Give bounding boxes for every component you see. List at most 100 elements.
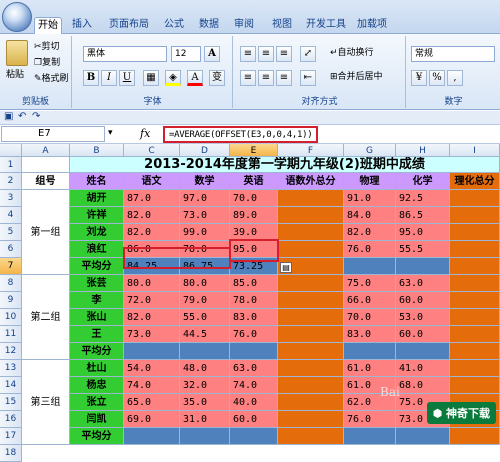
student-name[interactable]: 胡开	[70, 190, 124, 207]
score-chemistry[interactable]: 41.0	[396, 360, 450, 377]
avg-chemistry[interactable]	[396, 343, 450, 360]
tab-3[interactable]: 公式	[158, 17, 190, 34]
score-math[interactable]: 73.0	[180, 207, 230, 224]
avg-english[interactable]	[230, 343, 278, 360]
tab-6[interactable]: 视图	[264, 17, 300, 34]
score-english[interactable]: 60.0	[230, 411, 278, 428]
score-chemistry[interactable]: 86.5	[396, 207, 450, 224]
row-header-10[interactable]: 10	[0, 309, 22, 326]
row-header-5[interactable]: 5	[0, 224, 22, 241]
header-1[interactable]: 姓名	[70, 173, 124, 190]
header-8[interactable]: 理化总分	[450, 173, 500, 190]
format-painter-button[interactable]: ✎格式刷	[34, 72, 69, 86]
header-3[interactable]: 数学	[180, 173, 230, 190]
group-label[interactable]: 第三组	[22, 360, 70, 445]
select-all-corner[interactable]	[0, 144, 22, 157]
row-header-14[interactable]: 14	[0, 377, 22, 394]
score-english[interactable]: 74.0	[230, 377, 278, 394]
column-header-A[interactable]: A	[22, 144, 70, 157]
name-box[interactable]: E7	[1, 126, 105, 142]
avg-math[interactable]	[180, 428, 230, 445]
header-5[interactable]: 语数外总分	[278, 173, 344, 190]
total-lang[interactable]	[278, 292, 344, 309]
average-label[interactable]: 平均分	[70, 343, 124, 360]
score-chemistry[interactable]: 60.0	[396, 326, 450, 343]
redo-icon[interactable]: ↷	[32, 111, 40, 122]
total-sci[interactable]	[450, 190, 500, 207]
score-chinese[interactable]: 87.0	[124, 190, 180, 207]
score-chinese[interactable]: 65.0	[124, 394, 180, 411]
score-physics[interactable]: 91.0	[344, 190, 396, 207]
row-header-7[interactable]: 7	[0, 258, 22, 275]
font-color-button[interactable]: A	[187, 70, 203, 86]
column-header-G[interactable]: G	[344, 144, 396, 157]
column-header-D[interactable]: D	[180, 144, 230, 157]
formula-input[interactable]: =AVERAGE(OFFSET(E3,0,0,4,1))	[163, 126, 319, 143]
column-header-C[interactable]: C	[124, 144, 180, 157]
header-2[interactable]: 语文	[124, 173, 180, 190]
group-label[interactable]: 第二组	[22, 275, 70, 360]
align-right-icon[interactable]: ≡	[276, 70, 292, 86]
paste-button[interactable]: 粘贴	[6, 68, 24, 82]
score-physics[interactable]: 76.0	[344, 241, 396, 258]
group-label[interactable]: 第一组	[22, 190, 70, 275]
total-lang[interactable]	[278, 241, 344, 258]
tab-2[interactable]: 页面布局	[104, 17, 154, 34]
score-chemistry[interactable]: 63.0	[396, 275, 450, 292]
average-label[interactable]: 平均分	[70, 258, 124, 275]
score-math[interactable]: 35.0	[180, 394, 230, 411]
align-left-icon[interactable]: ≡	[240, 70, 256, 86]
score-math[interactable]: 48.0	[180, 360, 230, 377]
total-lang[interactable]	[278, 377, 344, 394]
score-english[interactable]: 83.0	[230, 309, 278, 326]
total-sci[interactable]	[450, 292, 500, 309]
student-name[interactable]: 杨忠	[70, 377, 124, 394]
total-lang[interactable]	[278, 360, 344, 377]
avg-english[interactable]	[230, 428, 278, 445]
percent-button[interactable]: %	[429, 70, 445, 86]
score-physics[interactable]: 82.0	[344, 224, 396, 241]
score-math[interactable]: 31.0	[180, 411, 230, 428]
score-english[interactable]: 76.0	[230, 326, 278, 343]
italic-button[interactable]: I	[101, 70, 117, 86]
undo-icon[interactable]: ↶	[18, 111, 26, 122]
average-label[interactable]: 平均分	[70, 428, 124, 445]
score-math[interactable]: 44.5	[180, 326, 230, 343]
student-name[interactable]: 张立	[70, 394, 124, 411]
score-english[interactable]: 63.0	[230, 360, 278, 377]
score-chemistry[interactable]: 53.0	[396, 309, 450, 326]
score-chinese[interactable]: 82.0	[124, 207, 180, 224]
score-chinese[interactable]: 69.0	[124, 411, 180, 428]
score-english[interactable]: 78.0	[230, 292, 278, 309]
row-header-18[interactable]: 18	[0, 445, 22, 462]
score-chemistry[interactable]: 68.0	[396, 377, 450, 394]
total-sci[interactable]	[450, 207, 500, 224]
score-physics[interactable]: 83.0	[344, 326, 396, 343]
row-header-9[interactable]: 9	[0, 292, 22, 309]
row-header-16[interactable]: 16	[0, 411, 22, 428]
avg-total-lang[interactable]	[278, 343, 344, 360]
student-name[interactable]: 王	[70, 326, 124, 343]
row-header-3[interactable]: 3	[0, 190, 22, 207]
total-sci[interactable]	[450, 224, 500, 241]
avg-physics[interactable]	[344, 428, 396, 445]
avg-physics[interactable]	[344, 258, 396, 275]
score-physics[interactable]: 76.0	[344, 411, 396, 428]
score-chinese[interactable]: 72.0	[124, 292, 180, 309]
cut-button[interactable]: ✂剪切	[34, 40, 60, 54]
merge-center-button[interactable]: ⊞合并后居中	[330, 70, 383, 84]
title-cell[interactable]: 2013-2014年度第一学期九年级(2)班期中成绩	[70, 157, 500, 173]
row-header-8[interactable]: 8	[0, 275, 22, 292]
header-4[interactable]: 英语	[230, 173, 278, 190]
column-header-F[interactable]: F	[278, 144, 344, 157]
avg-total-sci[interactable]	[450, 343, 500, 360]
paste-options-icon[interactable]: ▤	[280, 262, 292, 273]
total-sci[interactable]	[450, 241, 500, 258]
avg-chemistry[interactable]	[396, 428, 450, 445]
row-header-17[interactable]: 17	[0, 428, 22, 445]
align-middle-icon[interactable]: ≡	[258, 46, 274, 62]
score-chinese[interactable]: 74.0	[124, 377, 180, 394]
tab-0[interactable]: 开始	[34, 17, 62, 34]
total-lang[interactable]	[278, 326, 344, 343]
header-6[interactable]: 物理	[344, 173, 396, 190]
